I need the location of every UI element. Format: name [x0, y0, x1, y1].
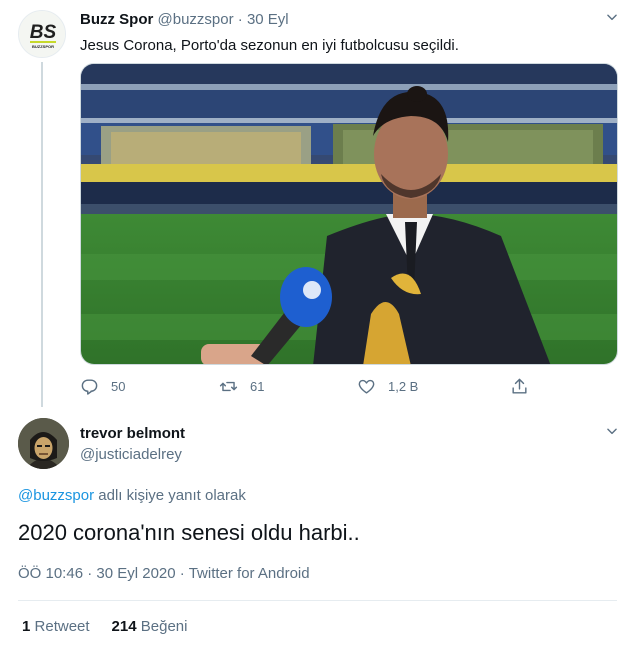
author-name[interactable]: Buzz Spor: [80, 11, 153, 28]
replying-to-handle-link[interactable]: @buzzspor: [18, 487, 94, 504]
tweet-media-video[interactable]: [80, 63, 618, 365]
tweet-source[interactable]: Twitter for Android: [189, 565, 310, 582]
like-stat-label: Beğeni: [140, 618, 188, 635]
tweet-full-date[interactable]: 30 Eyl 2020: [96, 565, 175, 582]
retweet-count: 61: [250, 378, 265, 394]
retweet-stat-label: Retweet: [34, 618, 90, 635]
reply-icon: [81, 378, 98, 395]
like-count: 1,2 B: [388, 378, 419, 394]
meta-separator: ·: [87, 565, 93, 582]
meta-separator: ·: [237, 11, 243, 28]
heart-icon: [358, 379, 375, 394]
meta-separator: ·: [179, 565, 185, 582]
svg-text:BUZZSPOR: BUZZSPOR: [32, 44, 54, 49]
tweet-timestamp-line: ÖÖ 10:46 · 30 Eyl 2020 · Twitter for And…: [18, 565, 310, 582]
parent-tweet-header: Buzz Spor @buzzspor · 30 Eyl: [80, 11, 289, 28]
like-button[interactable]: 1,2 B: [357, 376, 418, 396]
divider: [18, 600, 617, 601]
replying-to-label: adlı kişiye yanıt olarak: [94, 487, 246, 504]
reply-author-name[interactable]: trevor belmont: [80, 425, 185, 442]
svg-text:BS: BS: [30, 22, 57, 43]
share-icon: [512, 378, 527, 394]
trevor-belmont-avatar[interactable]: [18, 418, 69, 469]
reply-button[interactable]: 50: [80, 376, 125, 396]
reply-author-handle[interactable]: @justiciadelrey: [80, 446, 182, 463]
replying-to-line: @buzzspor adlı kişiye yanıt olarak: [18, 487, 246, 504]
like-stat-count: 214: [111, 618, 137, 635]
retweet-button[interactable]: 61: [219, 376, 264, 396]
tweet-date[interactable]: 30 Eyl: [247, 11, 289, 28]
chevron-down-icon[interactable]: [603, 424, 621, 442]
buzzspor-avatar[interactable]: BS BUZZSPOR: [18, 10, 66, 58]
retweet-stat[interactable]: 1 Retweet: [22, 618, 90, 635]
tweet-time[interactable]: ÖÖ 10:46: [18, 565, 83, 582]
buzzspor-logo: BS BUZZSPOR: [19, 11, 65, 57]
author-handle[interactable]: @buzzspor: [158, 11, 234, 28]
chevron-down-icon[interactable]: [603, 10, 621, 28]
parent-tweet-text: Jesus Corona, Porto'da sezonun en iyi fu…: [80, 37, 459, 54]
retweet-icon: [219, 381, 238, 391]
thread-connector-line: [41, 62, 43, 407]
reply-count: 50: [111, 378, 126, 394]
reply-tweet-text: 2020 corona'nın senesi oldu harbi..: [18, 520, 360, 545]
video-thumbnail-image: [81, 64, 617, 364]
engagement-stats: 1 Retweet 214 Beğeni: [22, 618, 187, 635]
share-button[interactable]: [510, 376, 541, 396]
retweet-stat-count: 1: [22, 618, 31, 635]
like-stat[interactable]: 214 Beğeni: [112, 618, 188, 635]
avatar-image: [18, 418, 69, 469]
